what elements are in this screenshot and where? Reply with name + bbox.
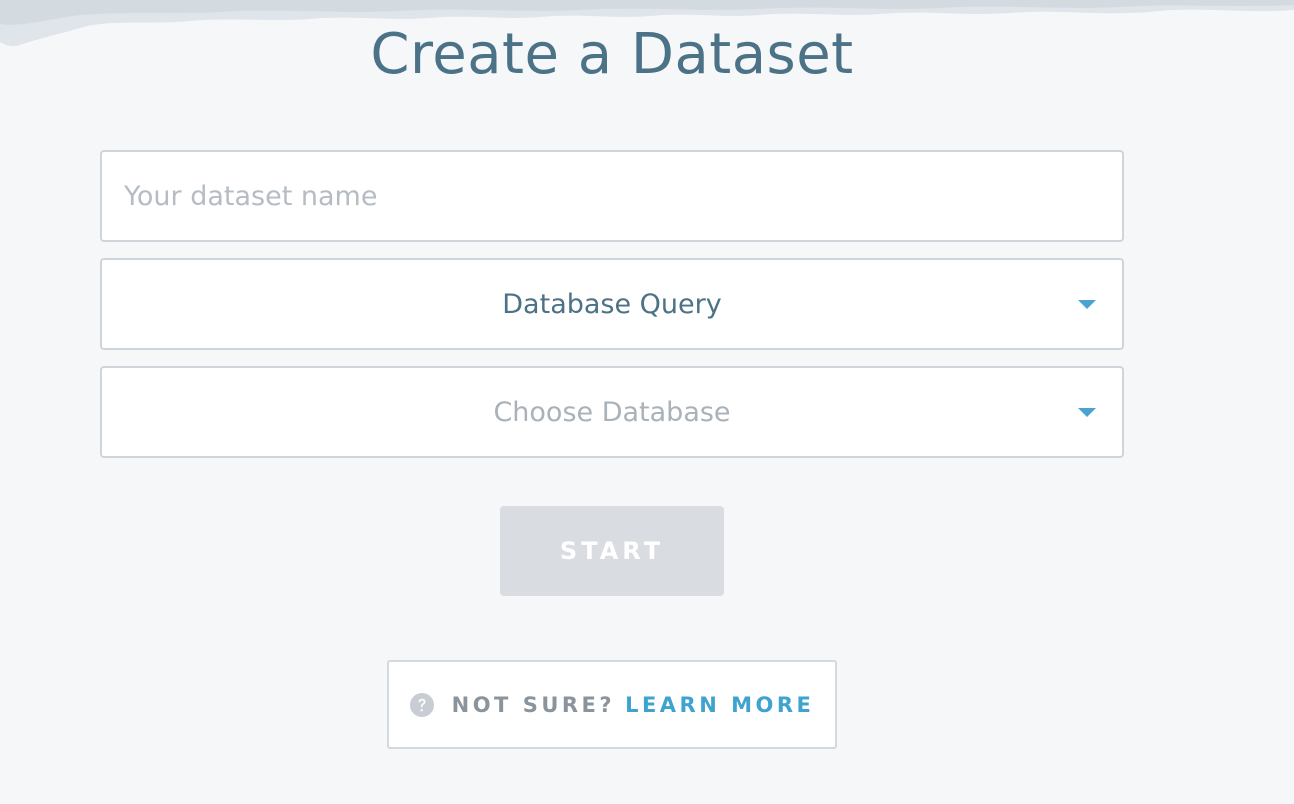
dataset-name-field[interactable] <box>100 150 1124 242</box>
create-dataset-page: Create a Dataset Database Query Choose D… <box>0 0 1294 804</box>
page-title: Create a Dataset <box>370 22 854 87</box>
help-prompt: NOT SURE? <box>451 692 616 717</box>
chevron-down-icon <box>1078 300 1096 309</box>
start-button[interactable]: START <box>500 506 724 596</box>
source-type-select[interactable]: Database Query <box>100 258 1124 350</box>
chevron-down-icon <box>1078 408 1096 417</box>
dataset-name-input[interactable] <box>102 152 1122 240</box>
database-placeholder: Choose Database <box>493 396 731 428</box>
question-circle-icon <box>409 692 434 717</box>
help-box: NOT SURE? LEARN MORE <box>387 660 837 749</box>
source-type-value: Database Query <box>502 288 722 320</box>
learn-more-link[interactable]: LEARN MORE <box>625 693 814 717</box>
database-select[interactable]: Choose Database <box>100 366 1124 458</box>
